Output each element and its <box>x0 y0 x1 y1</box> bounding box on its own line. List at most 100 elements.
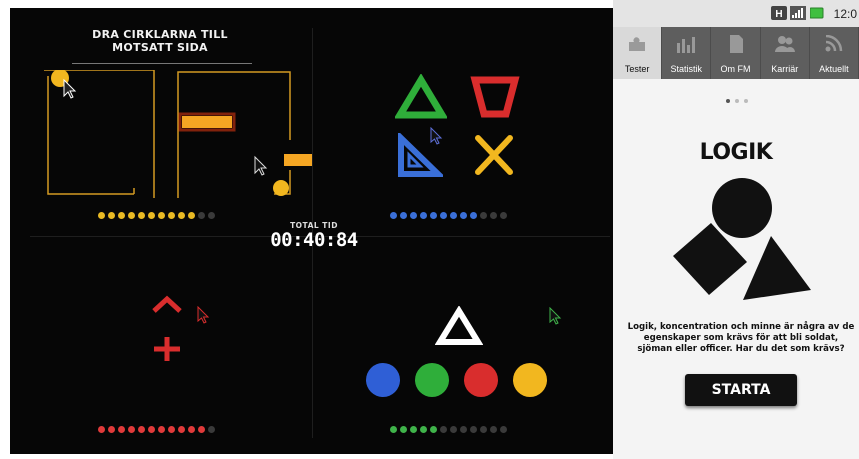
red-chevron-up-icon[interactable] <box>150 293 184 315</box>
progress-dot-empty <box>480 426 487 433</box>
white-triangle-icon <box>435 306 483 345</box>
progress-dot-filled <box>400 426 407 433</box>
red-trapezoid-icon[interactable] <box>470 74 520 120</box>
instruction-line-2: MOTSATT SIDA <box>112 41 208 54</box>
progress-dot-filled <box>390 426 397 433</box>
tab-bar: Tester Statistik Om FM Karriär Aktuellt <box>613 27 859 79</box>
tab-tester[interactable]: Tester <box>613 27 663 79</box>
blue-circle-button[interactable] <box>366 363 400 397</box>
battery-icon <box>810 7 824 19</box>
instruction-underline <box>72 63 252 64</box>
start-button[interactable]: STARTA <box>685 374 797 406</box>
tab-statistik[interactable]: Statistik <box>662 27 712 79</box>
progress-dot-empty <box>470 426 477 433</box>
progress-dot-filled <box>430 426 437 433</box>
status-bar: H 12:0 <box>613 0 859 27</box>
progress-dot-filled <box>440 212 447 219</box>
progress-dot-empty <box>208 426 215 433</box>
progress-dots-maze <box>98 212 215 219</box>
page-dot <box>735 99 739 103</box>
h-network-icon: H <box>771 6 787 20</box>
tab-karriar[interactable]: Karriär <box>761 27 810 79</box>
progress-dot-filled <box>98 426 105 433</box>
bar-chart-icon <box>677 37 696 53</box>
progress-dot-empty <box>198 212 205 219</box>
maze-bar-obstacle <box>182 116 232 128</box>
game-video-area: DRA CIRKLARNA TILL MOTSATT SIDA TOTAL TI… <box>10 8 613 454</box>
maze-bar-obstacle-2 <box>284 154 312 166</box>
progress-dot-filled <box>188 212 195 219</box>
maze-wall-outer <box>44 70 155 198</box>
progress-dot-filled <box>118 426 125 433</box>
page-dot <box>744 99 748 103</box>
progress-dot-filled <box>400 212 407 219</box>
progress-dot-filled <box>168 212 175 219</box>
progress-dot-filled <box>420 426 427 433</box>
progress-dot-filled <box>168 426 175 433</box>
total-timer: TOTAL TID 00:40:84 <box>264 221 364 250</box>
progress-dot-filled <box>158 426 165 433</box>
progress-dot-filled <box>118 212 125 219</box>
progress-dot-filled <box>410 426 417 433</box>
cursor-icon <box>430 127 443 145</box>
tab-aktuellt[interactable]: Aktuellt <box>810 27 859 79</box>
progress-dots-colors <box>390 426 507 433</box>
tab-label: Aktuellt <box>819 64 849 74</box>
tab-label: Statistik <box>670 64 703 74</box>
cursor-icon <box>63 78 77 99</box>
progress-dot-filled <box>188 426 195 433</box>
progress-dot-filled <box>178 212 185 219</box>
phone-app-screen: H 12:0 Tester Statistik Om FM Karriär Ak… <box>613 0 859 459</box>
progress-dot-filled <box>148 426 155 433</box>
red-circle-button[interactable] <box>464 363 498 397</box>
green-circle-button[interactable] <box>415 363 449 397</box>
total-time-value: 00:40:84 <box>270 229 358 251</box>
tab-label: Karriär <box>771 64 799 74</box>
description-text: Logik, koncentration och minne är några … <box>627 322 855 354</box>
yellow-cross-icon[interactable] <box>472 132 516 178</box>
progress-dots-shapes <box>390 212 507 219</box>
maze-wall-left <box>47 76 134 195</box>
rss-icon <box>825 35 843 52</box>
progress-dot-empty <box>440 426 447 433</box>
cursor-icon <box>549 307 562 325</box>
cursor-icon <box>254 155 268 176</box>
progress-dot-empty <box>490 426 497 433</box>
tab-label: Om FM <box>720 64 751 74</box>
yellow-circle-button[interactable] <box>513 363 547 397</box>
progress-dot-filled <box>128 212 135 219</box>
progress-dot-filled <box>98 212 105 219</box>
progress-dot-empty <box>460 426 467 433</box>
page-title: LOGIK <box>699 140 773 165</box>
progress-dot-filled <box>138 212 145 219</box>
progress-dots-arrows <box>98 426 215 433</box>
progress-dot-filled <box>158 212 165 219</box>
progress-dot-empty <box>500 426 507 433</box>
progress-dot-empty <box>208 212 215 219</box>
progress-dot-filled <box>470 212 477 219</box>
page-indicator <box>726 99 748 103</box>
green-triangle-icon[interactable] <box>395 74 447 120</box>
progress-dot-filled <box>178 426 185 433</box>
instruction-text: DRA CIRKLARNA TILL MOTSATT SIDA <box>70 28 250 54</box>
people-icon <box>774 36 795 52</box>
progress-dot-empty <box>500 212 507 219</box>
signal-icon <box>790 6 806 20</box>
progress-dot-filled <box>410 212 417 219</box>
logik-shapes-logo <box>673 178 811 300</box>
progress-dot-empty <box>450 426 457 433</box>
cursor-icon <box>197 306 210 324</box>
maze-puzzle[interactable] <box>44 70 314 210</box>
progress-dot-filled <box>390 212 397 219</box>
yellow-ball-target <box>273 180 289 196</box>
svg-text:H: H <box>775 9 782 20</box>
document-icon <box>729 35 743 53</box>
instruction-line-1: DRA CIRKLARNA TILL <box>92 28 228 41</box>
tab-om-fm[interactable]: Om FM <box>711 27 761 79</box>
red-plus-icon[interactable] <box>150 334 184 364</box>
progress-dot-empty <box>490 212 497 219</box>
progress-dot-filled <box>108 212 115 219</box>
tab-label: Tester <box>624 64 650 74</box>
status-time: 12:0 <box>833 7 857 21</box>
progress-dot-filled <box>108 426 115 433</box>
